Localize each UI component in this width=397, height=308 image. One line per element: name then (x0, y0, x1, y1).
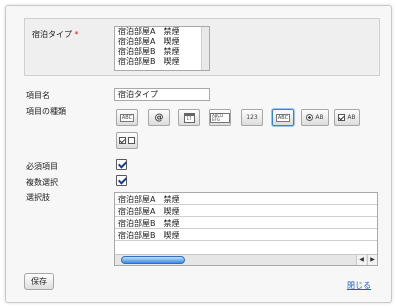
radio-type-icon: AB (315, 114, 324, 121)
item-type-label: 項目の種類 (26, 107, 66, 116)
choices-label: 選択肢 (26, 193, 50, 202)
checkbox-type-icon: AB (347, 114, 356, 121)
email-type-button[interactable]: @ (148, 109, 170, 126)
choice-line: 宿泊部屋A 喫煙 (115, 206, 377, 217)
date-type-button[interactable]: 17 (178, 109, 200, 126)
choices-textarea[interactable]: 宿泊部屋A 禁煙 宿泊部屋A 喫煙 宿泊部屋B 禁煙 宿泊部屋B 喫煙 ◀ ▶ (114, 192, 378, 266)
close-link[interactable]: 閉じる (347, 280, 371, 291)
preview-list-scrollbar[interactable] (201, 27, 209, 70)
empty-box-icon (128, 137, 135, 144)
choice-line: 宿泊部屋B 禁煙 (115, 218, 377, 229)
checkbox-type-button[interactable]: AB (334, 109, 360, 126)
select-list-type-button[interactable]: ABC (272, 109, 294, 126)
number-type-icon: 123 (246, 114, 258, 121)
radio-type-button[interactable]: AB (301, 109, 329, 126)
textarea-type-icon: ABCD EFG (210, 112, 230, 123)
save-button[interactable]: 保存 (24, 273, 54, 290)
field-preview: 宿泊タイプ * 宿泊部屋A 禁煙 宿泊部屋A 喫煙 宿泊部屋B 禁煙 宿泊部屋B… (24, 18, 380, 76)
item-name-input[interactable]: 宿泊タイプ (114, 88, 210, 101)
choice-line: 宿泊部屋B 喫煙 (115, 230, 377, 241)
textarea-type-button[interactable]: ABCD EFG (209, 109, 231, 126)
date-type-icon: 17 (183, 112, 195, 123)
scrollbar-thumb[interactable] (121, 256, 185, 264)
field-editor-panel: 宿泊タイプ * 宿泊部屋A 禁煙 宿泊部屋A 喫煙 宿泊部屋B 禁煙 宿泊部屋B… (5, 5, 392, 303)
choices-horizontal-scrollbar[interactable]: ◀ ▶ (115, 254, 377, 265)
item-name-label: 項目名 (26, 91, 50, 100)
number-type-button[interactable]: 123 (241, 109, 263, 126)
radio-dot-icon (306, 114, 314, 121)
select-list-type-icon: ABC (275, 113, 291, 122)
required-label: 必須項目 (26, 162, 58, 171)
required-asterisk: * (74, 30, 79, 39)
preview-option[interactable]: 宿泊部屋B 喫煙 (115, 57, 209, 67)
checkbox-group-type-button[interactable] (116, 132, 138, 149)
checkbox-mini-icon (338, 114, 346, 121)
multiple-select-checkbox[interactable] (116, 175, 127, 186)
required-checkbox[interactable] (116, 159, 127, 170)
text-field-type-button[interactable]: ABC (116, 109, 138, 126)
scroll-left-arrow-icon[interactable]: ◀ (356, 255, 366, 265)
checkbox-group-type-icon (119, 137, 126, 144)
email-type-icon: @ (154, 112, 164, 123)
preview-option[interactable]: 宿泊部屋A 禁煙 (115, 27, 209, 37)
preview-option[interactable]: 宿泊部屋A 喫煙 (115, 37, 209, 47)
preview-option[interactable]: 宿泊部屋B 禁煙 (115, 47, 209, 57)
scroll-right-arrow-icon[interactable]: ▶ (367, 255, 377, 265)
multiple-select-label: 複数選択 (26, 178, 58, 187)
choice-line: 宿泊部屋A 禁煙 (115, 194, 377, 205)
preview-field-label-text: 宿泊タイプ (32, 30, 72, 39)
preview-field-label: 宿泊タイプ * (32, 29, 79, 40)
text-field-type-icon: ABC (119, 113, 135, 122)
preview-select-list[interactable]: 宿泊部屋A 禁煙 宿泊部屋A 喫煙 宿泊部屋B 禁煙 宿泊部屋B 喫煙 (114, 26, 210, 71)
